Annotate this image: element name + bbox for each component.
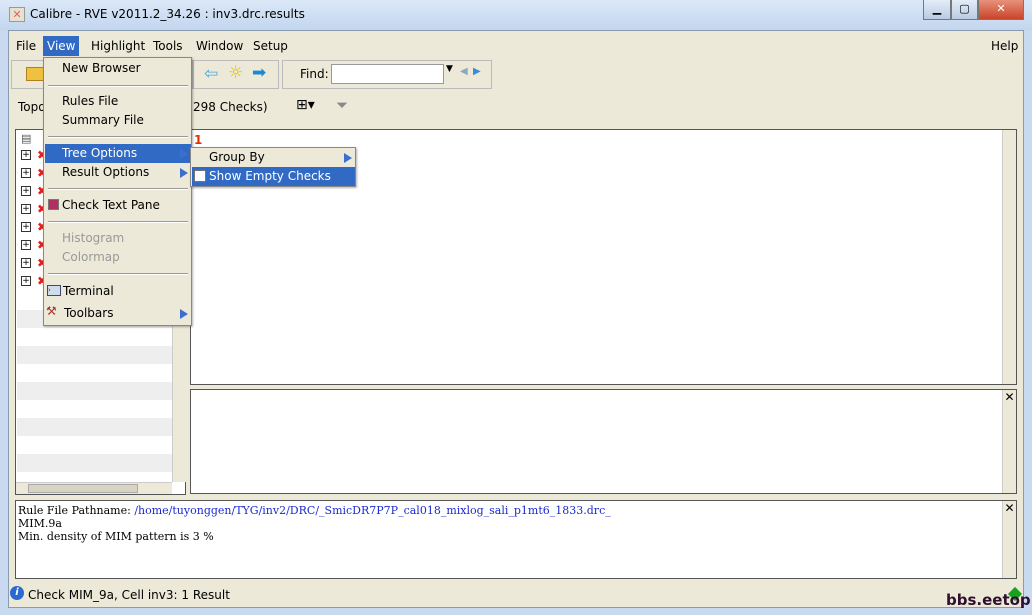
menu-item-group-by[interactable]: Group By [192, 148, 355, 167]
toolbars-label: Toolbars [64, 306, 114, 320]
filter-icon[interactable]: ⏷ [336, 96, 348, 114]
submenu-arrow-icon [180, 168, 188, 178]
submenu-arrow-icon [344, 153, 352, 163]
find-label: Find: [300, 67, 329, 81]
calibre-app-icon: ✕ [9, 7, 25, 22]
detail-vertical-scrollbar[interactable]: ✕ [1002, 390, 1016, 493]
info-icon: i [10, 586, 24, 600]
check-description-text: Min. density of MIM pattern is 3 % [18, 530, 214, 543]
expand-icon[interactable]: + [21, 186, 31, 196]
watermark-text: bbs.eetop.cn [946, 591, 1032, 609]
menu-setup[interactable]: Setup [249, 36, 292, 56]
find-input[interactable] [331, 64, 444, 84]
expand-icon[interactable]: + [21, 240, 31, 250]
menu-help[interactable]: Help [987, 36, 1022, 56]
back-arrow-icon[interactable]: ⇦ [204, 64, 218, 84]
menu-item-terminal[interactable]: Terminal [45, 282, 191, 301]
menu-bar: File View Highlight Tools Window Setup H… [9, 32, 1023, 56]
expand-icon[interactable]: + [21, 276, 31, 286]
menu-item-check-text-pane[interactable]: Check Text Pane [45, 196, 191, 215]
menu-item-summary-file[interactable]: Summary File [45, 111, 191, 130]
forward-arrow-icon[interactable]: ➡ [252, 63, 266, 83]
menu-item-result-options[interactable]: Result Options [45, 163, 191, 182]
maximize-button[interactable]: ▢ [951, 0, 978, 20]
menu-item-histogram: Histogram [62, 231, 125, 245]
open-folder-icon[interactable] [26, 67, 44, 81]
close-check-text-icon[interactable]: ✕ [1003, 501, 1016, 515]
menu-window[interactable]: Window [192, 36, 247, 56]
tree-horizontal-scrollbar[interactable] [16, 482, 172, 494]
expand-icon[interactable]: + [21, 168, 31, 178]
menu-highlight[interactable]: Highlight [87, 36, 149, 56]
menu-item-tree-options[interactable]: Tree Options [45, 144, 191, 163]
menu-item-show-empty-checks[interactable]: Show Empty Checks [192, 167, 355, 186]
menu-view[interactable]: View [43, 36, 80, 56]
show-empty-checks-checkbox[interactable] [194, 170, 206, 182]
result-options-label: Result Options [62, 165, 150, 179]
menu-item-colormap: Colormap [62, 250, 120, 264]
find-prev-icon[interactable]: ◀ [460, 66, 468, 77]
highlight-sun-icon[interactable]: ☼ [228, 63, 243, 83]
tree-header-icon: ▤ [21, 132, 32, 145]
menu-tools[interactable]: Tools [149, 36, 187, 56]
window-title: Calibre - RVE v2011.2_34.26 : inv3.drc.r… [30, 7, 305, 21]
check-name-text: MIM.9a [18, 517, 62, 530]
expand-icon[interactable]: + [21, 150, 31, 160]
menu-item-rules-file[interactable]: Rules File [45, 92, 191, 111]
submenu-arrow-icon [180, 149, 188, 159]
menu-file[interactable]: File [12, 36, 40, 56]
show-empty-checks-label: Show Empty Checks [209, 169, 331, 183]
check-text-pane[interactable]: Rule File Pathname: /home/tuyonggen/TYG/… [15, 500, 1017, 579]
rule-file-path-link[interactable]: /home/tuyonggen/TYG/inv2/DRC/_SmicDR7P7P… [134, 504, 610, 517]
minimize-button[interactable]: ▁ [923, 0, 951, 20]
results-vertical-scrollbar[interactable] [1002, 130, 1016, 384]
close-button[interactable]: ✕ [978, 0, 1024, 20]
tree-options-submenu: Group By Show Empty Checks [190, 147, 356, 187]
detail-pane[interactable]: ✕ [190, 389, 1017, 494]
view-menu: New Browser Rules File Summary File Tree… [43, 57, 192, 326]
menu-item-new-browser[interactable]: New Browser [45, 59, 191, 78]
title-bar: ✕ Calibre - RVE v2011.2_34.26 : inv3.drc… [0, 0, 1032, 30]
result-number: 1 [194, 133, 203, 147]
layout-grid-icon[interactable]: ⊞▾ [296, 97, 315, 113]
close-detail-pane-icon[interactable]: ✕ [1003, 390, 1016, 404]
find-dropdown-icon[interactable]: ▼ [446, 64, 453, 74]
status-text: Check MIM_9a, Cell inv3: 1 Result [28, 588, 230, 602]
menu-item-toolbars[interactable]: Toolbars [45, 304, 191, 323]
submenu-arrow-icon [180, 309, 188, 319]
tree-title-prefix: Topo [18, 100, 46, 114]
check-text-vertical-scrollbar[interactable]: ✕ [1002, 501, 1016, 578]
find-next-icon[interactable]: ▶ [473, 66, 481, 77]
rule-file-path-label: Rule File Pathname: [18, 504, 131, 517]
expand-icon[interactable]: + [21, 204, 31, 214]
expand-icon[interactable]: + [21, 258, 31, 268]
navigation-toolbar: ⇦ ☼ ➡ [193, 60, 279, 89]
expand-icon[interactable]: + [21, 222, 31, 232]
tree-options-label: Tree Options [62, 146, 138, 160]
group-by-label: Group By [209, 150, 265, 164]
tree-title-checks: 298 Checks) [193, 100, 268, 114]
